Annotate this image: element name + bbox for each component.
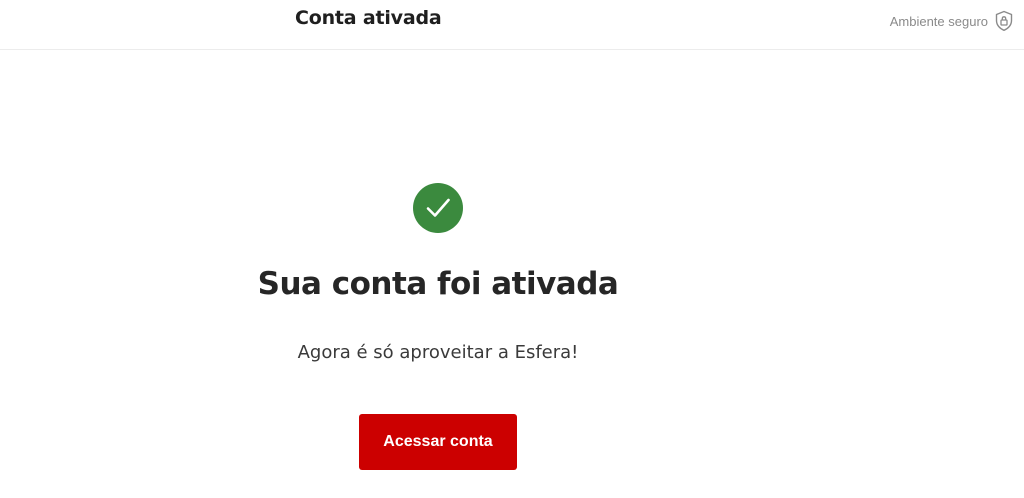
check-icon	[413, 183, 463, 233]
main-content: Sua conta foi ativada Agora é só aprovei…	[0, 50, 1024, 498]
top-header: Conta ativada Ambiente seguro	[0, 0, 1024, 50]
secure-environment-indicator: Ambiente seguro	[890, 10, 1014, 32]
success-subtext: Agora é só aproveitar a Esfera!	[297, 342, 579, 363]
secure-environment-label: Ambiente seguro	[889, 13, 988, 29]
page-title: Conta ativada	[295, 7, 442, 29]
shield-lock-icon	[994, 10, 1014, 32]
access-account-button[interactable]: Acessar conta	[359, 414, 517, 470]
success-heading: Sua conta foi ativada	[257, 266, 619, 302]
